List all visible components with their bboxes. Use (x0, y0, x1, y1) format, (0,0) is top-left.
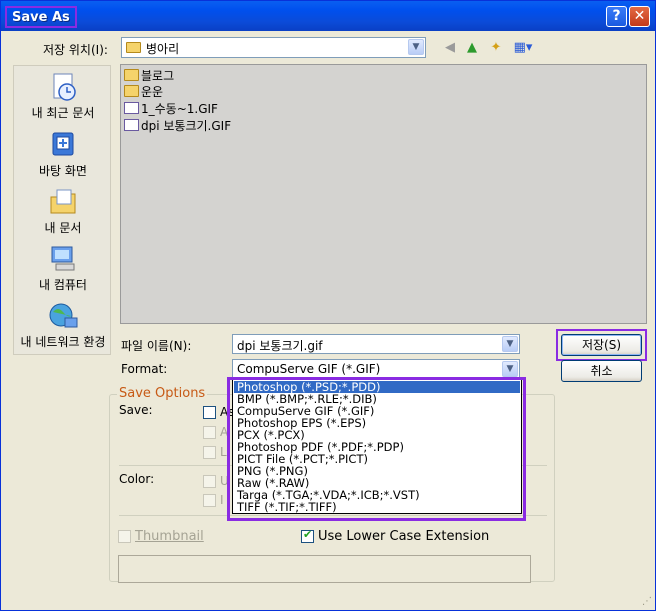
recent-documents-icon (47, 72, 79, 102)
place-recent-documents[interactable]: 내 최근 문서 (14, 72, 112, 121)
color-label: Color: (119, 472, 155, 486)
format-select[interactable]: CompuServe GIF (*.GIF) ▼ (232, 359, 520, 379)
help-button[interactable]: ? (606, 6, 627, 27)
folder-icon (124, 85, 139, 97)
list-item[interactable]: dpi 보통크기.GIF (124, 117, 231, 133)
place-label: 내 네트워크 환경 (20, 335, 106, 349)
close-button[interactable]: ✕ (629, 6, 650, 27)
resize-grip-icon[interactable]: ⋰ (642, 596, 652, 607)
save-as-dialog: Save As ? ✕ 저장 위치(I): 병아리 ▼ ◀ ▲ ✦ ▦▾ 내 최… (0, 0, 656, 611)
use-proof-checkbox[interactable] (203, 475, 216, 488)
folder-icon (126, 42, 141, 53)
list-item[interactable]: 1_수동~1.GIF (124, 100, 218, 116)
as-copy-checkbox[interactable] (203, 406, 216, 419)
save-button-highlight (556, 329, 647, 361)
lowercase-extension-checkbox[interactable]: ✔ (301, 528, 314, 543)
icc-profile-label: I (220, 493, 224, 507)
location-label: 저장 위치(I): (43, 43, 108, 57)
window-title: Save As (5, 6, 77, 28)
place-my-documents[interactable]: 내 문서 (14, 187, 112, 236)
gif-file-icon (124, 102, 139, 114)
place-desktop[interactable]: 바탕 화면 (14, 130, 112, 179)
status-panel (118, 555, 531, 583)
format-value: CompuServe GIF (*.GIF) (237, 362, 381, 376)
layers-checkbox[interactable] (203, 446, 216, 459)
location-value: 병아리 (146, 42, 180, 56)
new-folder-icon[interactable]: ✦ (487, 39, 505, 57)
thumbnail-checkbox[interactable] (118, 530, 131, 543)
alpha-checkbox[interactable] (203, 426, 216, 439)
list-item[interactable]: 운운 (124, 83, 163, 99)
lowercase-extension-label: Use Lower Case Extension (318, 529, 490, 544)
format-label: Format: (121, 362, 168, 376)
place-label: 내 컴퓨터 (39, 278, 87, 292)
chevron-down-icon[interactable]: ▼ (502, 361, 518, 377)
place-label: 바탕 화면 (39, 164, 87, 178)
place-my-computer[interactable]: 내 컴퓨터 (14, 244, 112, 293)
place-label: 내 최근 문서 (31, 106, 95, 120)
filename-label: 파일 이름(N): (121, 339, 192, 353)
thumbnail-label: Thumbnail (135, 529, 204, 544)
chevron-down-icon[interactable]: ▼ (502, 336, 518, 352)
filename-input[interactable]: dpi 보통크기.gif ▼ (232, 334, 520, 354)
location-combo[interactable]: 병아리 ▼ (121, 37, 426, 58)
title-bar[interactable]: Save As ? ✕ (1, 1, 655, 31)
places-bar: 내 최근 문서 바탕 화면 내 문서 내 컴퓨터 내 네트워크 환경 (13, 65, 111, 355)
list-item[interactable]: 블로그 (124, 67, 174, 83)
save-label: Save: (119, 403, 153, 417)
folder-icon (124, 69, 139, 81)
dropdown-highlight (227, 377, 526, 521)
filename-value: dpi 보통크기.gif (237, 339, 323, 353)
my-documents-icon (47, 187, 79, 217)
save-options-title: Save Options (117, 386, 208, 401)
my-computer-icon (47, 244, 79, 274)
icc-profile-checkbox[interactable] (203, 494, 216, 507)
chevron-down-icon[interactable]: ▼ (408, 39, 424, 55)
back-icon[interactable]: ◀ (441, 39, 459, 57)
checkmark-icon: ✔ (303, 528, 313, 541)
desktop-icon (47, 130, 79, 160)
layers-label: L (220, 445, 227, 459)
network-icon (47, 301, 79, 331)
file-list[interactable]: 블로그 운운 1_수동~1.GIF dpi 보통크기.GIF (120, 64, 647, 324)
place-label: 내 문서 (44, 221, 82, 235)
gif-file-icon (124, 119, 139, 131)
place-network[interactable]: 내 네트워크 환경 (14, 301, 112, 350)
view-menu-icon[interactable]: ▦▾ (510, 39, 536, 57)
cancel-button[interactable]: 취소 (561, 360, 642, 382)
up-folder-icon[interactable]: ▲ (463, 39, 481, 57)
